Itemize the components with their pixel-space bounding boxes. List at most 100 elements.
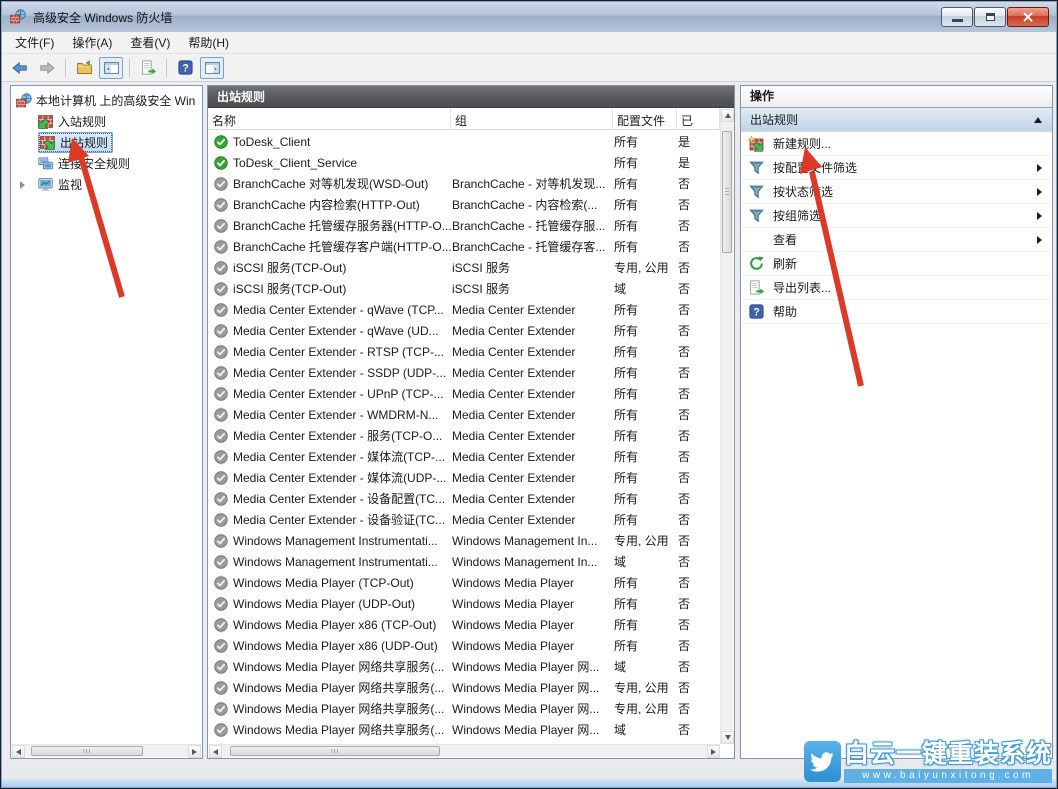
rule-row[interactable]: Windows Media Player x86 (UDP-Out)Window… bbox=[209, 635, 733, 656]
rule-row[interactable]: Windows Media Player (UDP-Out)Windows Me… bbox=[209, 593, 733, 614]
export-list-button[interactable] bbox=[136, 57, 160, 79]
rule-row[interactable]: ToDesk_Client所有是 bbox=[209, 131, 733, 152]
scrollbar-track[interactable] bbox=[222, 745, 707, 757]
tree-item-出站规则[interactable]: 出站规则 bbox=[11, 132, 202, 153]
help-button[interactable]: ? bbox=[173, 57, 197, 79]
menu-item-3[interactable]: 查看(V) bbox=[121, 31, 179, 54]
rule-row[interactable]: BranchCache 对等机发现(WSD-Out)BranchCache - … bbox=[209, 173, 733, 194]
rule-disabled-icon bbox=[214, 681, 228, 695]
rule-row[interactable]: Media Center Extender - WMDRM-N...Media … bbox=[209, 404, 733, 425]
tree-horizontal-scrollbar[interactable] bbox=[12, 744, 201, 757]
close-icon bbox=[1022, 12, 1034, 22]
rule-row[interactable]: iSCSI 服务(TCP-Out)iSCSI 服务域否 bbox=[209, 278, 733, 299]
actions-section-header[interactable]: 出站规则 bbox=[741, 108, 1052, 132]
rule-row[interactable]: Media Center Extender - 设备配置(TC...Media … bbox=[209, 488, 733, 509]
open-folder-icon bbox=[76, 60, 93, 76]
column-header-profile[interactable]: 配置文件 bbox=[613, 108, 677, 129]
column-header-enabled[interactable]: 已 bbox=[677, 108, 720, 129]
rule-row[interactable]: Media Center Extender - 设备验证(TC...Media … bbox=[209, 509, 733, 530]
menu-item-2[interactable]: 操作(A) bbox=[63, 31, 121, 54]
list-horizontal-scrollbar[interactable] bbox=[209, 744, 720, 757]
scroll-left-button[interactable] bbox=[12, 745, 25, 758]
rule-group: Windows Media Player bbox=[452, 597, 614, 611]
scrollbar-thumb[interactable] bbox=[230, 746, 440, 756]
forward-icon bbox=[38, 60, 56, 76]
rule-row[interactable]: Media Center Extender - 媒体流(UDP-...Media… bbox=[209, 467, 733, 488]
tree-root-item[interactable]: 本地计算机 上的高级安全 Win bbox=[11, 90, 202, 111]
scroll-left-button[interactable] bbox=[209, 745, 222, 758]
back-button[interactable] bbox=[8, 57, 32, 79]
rule-profile: 专用, 公用 bbox=[614, 700, 678, 717]
restore-button[interactable] bbox=[974, 7, 1006, 27]
rule-row[interactable]: iSCSI 服务(TCP-Out)iSCSI 服务专用, 公用否 bbox=[209, 257, 733, 278]
console-tree-button[interactable] bbox=[99, 57, 123, 79]
svg-text:?: ? bbox=[182, 62, 189, 74]
action-item-按配置文件筛选[interactable]: 按配置文件筛选 bbox=[741, 156, 1052, 180]
column-header-name[interactable]: 名称 bbox=[208, 108, 451, 129]
action-item-帮助[interactable]: ?帮助 bbox=[741, 300, 1052, 324]
minimize-button[interactable] bbox=[941, 7, 973, 27]
rule-row[interactable]: Windows Management Instrumentati...Windo… bbox=[209, 530, 733, 551]
action-item-导出列表[interactable]: 导出列表... bbox=[741, 276, 1052, 300]
rule-row[interactable]: Media Center Extender - 服务(TCP-O...Media… bbox=[209, 425, 733, 446]
title-bar[interactable]: 高级安全 Windows 防火墙 bbox=[2, 2, 1056, 32]
rule-row[interactable]: ToDesk_Client_Service所有是 bbox=[209, 152, 733, 173]
scrollbar-track[interactable] bbox=[25, 745, 188, 757]
rule-row[interactable]: Media Center Extender - RTSP (TCP-...Med… bbox=[209, 341, 733, 362]
rule-profile: 所有 bbox=[614, 133, 678, 150]
rule-name: iSCSI 服务(TCP-Out) bbox=[233, 280, 452, 297]
rule-group: Windows Media Player bbox=[452, 576, 614, 590]
rule-row[interactable]: Media Center Extender - 媒体流(TCP-...Media… bbox=[209, 446, 733, 467]
action-item-按状态筛选[interactable]: 按状态筛选 bbox=[741, 180, 1052, 204]
rule-group: Windows Management In... bbox=[452, 534, 614, 548]
rule-profile: 所有 bbox=[614, 448, 678, 465]
action-item-查看[interactable]: 查看 bbox=[741, 228, 1052, 252]
scroll-right-button[interactable] bbox=[707, 745, 720, 758]
rule-row[interactable]: BranchCache 内容检索(HTTP-Out)BranchCache - … bbox=[209, 194, 733, 215]
rule-group: BranchCache - 托管缓存服... bbox=[452, 217, 614, 234]
menu-item-4[interactable]: 帮助(H) bbox=[179, 31, 238, 54]
rule-disabled-icon bbox=[214, 639, 228, 653]
collapse-icon[interactable] bbox=[1034, 117, 1042, 123]
rule-row[interactable]: Media Center Extender - qWave (UD...Medi… bbox=[209, 320, 733, 341]
outbound-rules-icon bbox=[40, 135, 56, 150]
rule-row[interactable]: Windows Management Instrumentati...Windo… bbox=[209, 551, 733, 572]
open-folder-button[interactable] bbox=[72, 57, 96, 79]
rule-row[interactable]: Windows Media Player x86 (TCP-Out)Window… bbox=[209, 614, 733, 635]
rule-row[interactable]: BranchCache 托管缓存服务器(HTTP-O...BranchCache… bbox=[209, 215, 733, 236]
rule-row[interactable]: Media Center Extender - SSDP (UDP-...Med… bbox=[209, 362, 733, 383]
scroll-up-button[interactable] bbox=[721, 109, 734, 122]
rule-name: Media Center Extender - qWave (TCP... bbox=[233, 303, 452, 317]
action-item-刷新[interactable]: 刷新 bbox=[741, 252, 1052, 276]
selected-tree-item[interactable]: 出站规则 bbox=[38, 132, 113, 153]
rule-row[interactable]: Windows Media Player (TCP-Out)Windows Me… bbox=[209, 572, 733, 593]
rule-row[interactable]: BranchCache 托管缓存客户端(HTTP-O...BranchCache… bbox=[209, 236, 733, 257]
rule-row[interactable]: Media Center Extender - UPnP (TCP-...Med… bbox=[209, 383, 733, 404]
scroll-right-button[interactable] bbox=[188, 745, 201, 758]
scrollbar-thumb[interactable] bbox=[722, 131, 732, 253]
action-item-新建规则[interactable]: 新建规则... bbox=[741, 132, 1052, 156]
rule-row[interactable]: Media Center Extender - qWave (TCP...Med… bbox=[209, 299, 733, 320]
rule-row[interactable]: Windows Media Player 网络共享服务(...Windows M… bbox=[209, 656, 733, 677]
console-tree: 本地计算机 上的高级安全 Win 入站规则 出站规则连接安全规则监视 bbox=[11, 86, 202, 745]
icon-placeholder bbox=[748, 232, 764, 248]
restore-icon bbox=[986, 13, 995, 21]
list-vertical-scrollbar[interactable] bbox=[720, 109, 733, 744]
rule-row[interactable]: Windows Media Player 网络共享服务(...Windows M… bbox=[209, 698, 733, 719]
rule-row[interactable]: Windows Media Player 网络共享服务(...Windows M… bbox=[209, 719, 733, 740]
action-pane-button[interactable] bbox=[200, 57, 224, 79]
tree-item-入站规则[interactable]: 入站规则 bbox=[11, 111, 202, 132]
scroll-down-button[interactable] bbox=[721, 731, 734, 744]
rule-group: iSCSI 服务 bbox=[452, 280, 614, 297]
expander-icon[interactable] bbox=[20, 181, 25, 189]
column-header-group[interactable]: 组 bbox=[451, 108, 613, 129]
action-item-按组筛选[interactable]: 按组筛选 bbox=[741, 204, 1052, 228]
close-button[interactable] bbox=[1007, 7, 1049, 27]
tree-item-连接安全规则[interactable]: 连接安全规则 bbox=[11, 153, 202, 174]
forward-button[interactable] bbox=[35, 57, 59, 79]
rule-disabled-icon bbox=[214, 282, 228, 296]
menu-item-1[interactable]: 文件(F) bbox=[6, 31, 63, 54]
tree-item-监视[interactable]: 监视 bbox=[11, 174, 202, 195]
scrollbar-thumb[interactable] bbox=[31, 746, 143, 756]
rule-row[interactable]: Windows Media Player 网络共享服务(...Windows M… bbox=[209, 677, 733, 698]
